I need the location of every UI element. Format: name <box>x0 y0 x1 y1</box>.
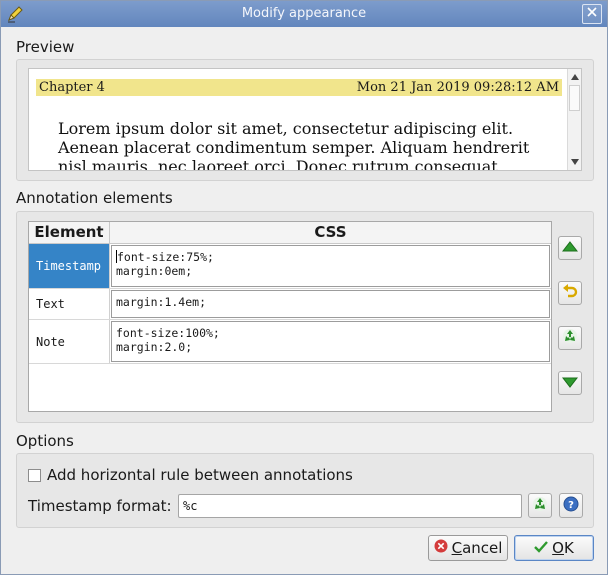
move-up-button[interactable] <box>558 236 582 260</box>
cancel-mnemonic: C <box>451 539 463 557</box>
preview-text-line: Aenean placerat condimentum semper. Aliq… <box>58 138 530 157</box>
table-row[interactable]: Timestamp font-size:75%; margin:0em; <box>29 244 551 289</box>
css-line: margin:0em; <box>116 264 193 278</box>
css-editor-timestamp[interactable]: font-size:75%; margin:0em; <box>111 245 550 287</box>
css-line: margin:1.4em; <box>116 295 207 309</box>
ok-label: OK <box>552 539 574 557</box>
ok-button[interactable]: OK <box>514 535 594 561</box>
options-section-label: Options <box>16 432 74 450</box>
css-line: margin:2.0; <box>116 340 193 354</box>
close-button[interactable] <box>582 4 602 24</box>
svg-text:?: ? <box>568 500 574 511</box>
timestamp-help-button[interactable]: ? <box>559 493 583 518</box>
column-header-css[interactable]: CSS <box>110 222 551 244</box>
help-icon: ? <box>563 496 579 516</box>
css-editor-note[interactable]: font-size:100%; margin:2.0; <box>111 321 550 362</box>
undo-button[interactable] <box>558 281 582 305</box>
column-header-element[interactable]: Element <box>29 222 110 244</box>
preview-timestamp: Mon 21 Jan 2019 09:28:12 AM <box>356 80 559 95</box>
timestamp-format-input[interactable]: %c <box>178 494 522 518</box>
ok-mnemonic: O <box>552 539 564 557</box>
title-bar: Modify appearance <box>1 1 607 27</box>
css-line: font-size:100%; <box>116 326 220 340</box>
arrow-up-icon <box>561 239 579 257</box>
scroll-down-arrow-icon[interactable] <box>571 159 579 165</box>
scroll-thumb[interactable] <box>569 85 580 111</box>
horizontal-rule-checkbox[interactable] <box>28 469 41 482</box>
recycle-icon <box>562 328 578 348</box>
preview-chapter: Chapter 4 <box>39 80 105 95</box>
preview-text-line: Lorem ipsum dolor sit amet, consectetur … <box>58 119 514 138</box>
undo-icon <box>562 284 578 302</box>
element-cell-text[interactable]: Text <box>29 289 110 319</box>
checkmark-icon <box>534 539 549 557</box>
window-title: Modify appearance <box>241 6 367 21</box>
cancel-label-rest: ancel <box>462 539 503 557</box>
ok-label-rest: K <box>563 539 574 557</box>
close-icon <box>586 6 598 22</box>
preview-scrollbar[interactable] <box>567 69 581 170</box>
preview-annotation-header: Chapter 4 Mon 21 Jan 2019 09:28:12 AM <box>36 79 562 96</box>
modify-appearance-dialog: Modify appearance Preview Chapter 4 Mon … <box>0 0 608 575</box>
annotation-elements-table: Element CSS Timestamp font-size:75%; mar… <box>28 221 552 412</box>
cancel-button[interactable]: Cancel <box>428 535 508 561</box>
reset-timestamp-format-button[interactable] <box>528 493 552 518</box>
table-row[interactable]: Text margin:1.4em; <box>29 289 551 320</box>
preview-section-label: Preview <box>16 38 75 56</box>
css-line: font-size:75%; <box>117 250 214 264</box>
element-cell-note[interactable]: Note <box>29 320 110 363</box>
table-header: Element CSS <box>29 222 551 244</box>
preview-text-line: nisl mauris, nec laoreet orci. Donec rut… <box>58 157 498 171</box>
table-row[interactable]: Note font-size:100%; margin:2.0; <box>29 320 551 364</box>
timestamp-format-label: Timestamp format: <box>28 497 172 515</box>
horizontal-rule-label[interactable]: Add horizontal rule between annotations <box>47 466 353 484</box>
cancel-icon <box>434 539 448 557</box>
preview-pane[interactable]: Chapter 4 Mon 21 Jan 2019 09:28:12 AM Lo… <box>28 68 582 171</box>
css-editor-text[interactable]: margin:1.4em; <box>111 290 550 318</box>
scroll-up-arrow-icon[interactable] <box>571 74 579 80</box>
move-down-button[interactable] <box>558 371 582 395</box>
annotation-elements-label: Annotation elements <box>16 189 173 207</box>
reset-css-button[interactable] <box>558 326 582 350</box>
arrow-down-icon <box>561 374 579 392</box>
element-cell-timestamp[interactable]: Timestamp <box>29 244 110 288</box>
preview-text: Lorem ipsum dolor sit amet, consectetur … <box>58 119 558 171</box>
cancel-label: Cancel <box>452 539 503 557</box>
recycle-icon <box>532 496 548 516</box>
